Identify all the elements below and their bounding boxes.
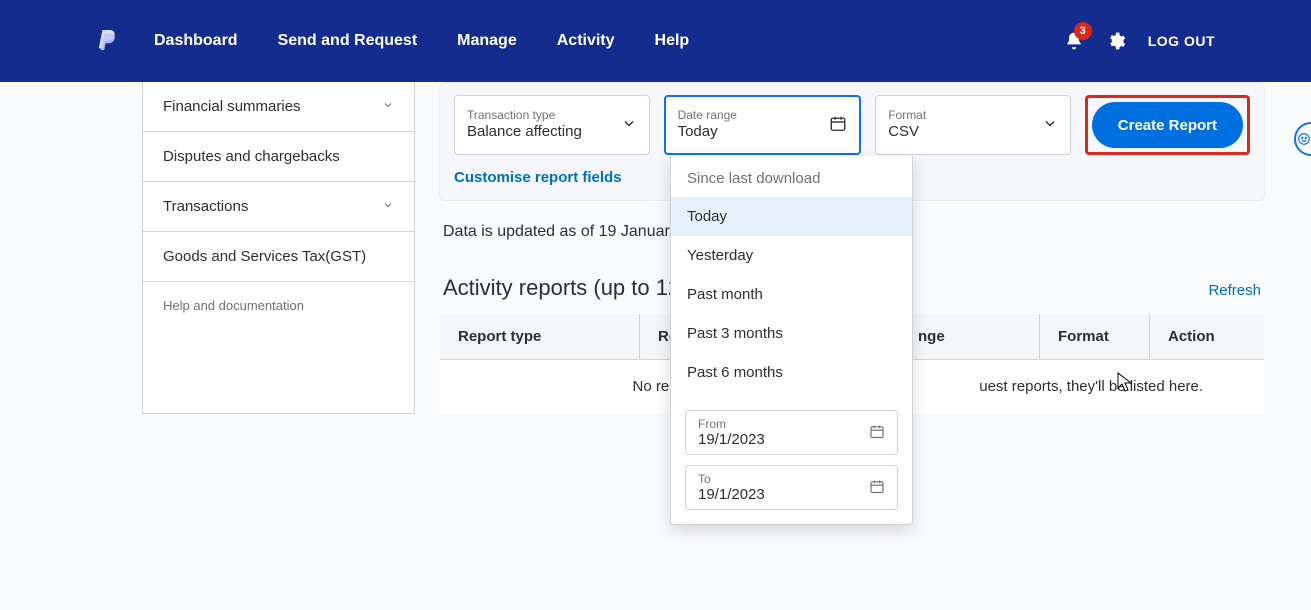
field-label: Format	[888, 108, 1030, 122]
sidebar-disputes[interactable]: Disputes and chargebacks	[143, 132, 414, 182]
col-format: Format	[1040, 314, 1150, 360]
refresh-link[interactable]: Refresh	[1208, 282, 1261, 299]
calendar-icon	[829, 115, 847, 136]
field-label: Transaction type	[467, 108, 609, 122]
dd-past-6-months[interactable]: Past 6 months	[671, 353, 912, 392]
create-report-button[interactable]: Create Report	[1092, 102, 1243, 148]
content-wrap: Financial summaries Disputes and chargeb…	[0, 82, 1311, 414]
paypal-logo-icon[interactable]	[96, 28, 118, 54]
field-label: Date range	[678, 108, 820, 122]
sidebar-item-label: Transactions	[163, 198, 248, 215]
notifications-button[interactable]: 3	[1064, 30, 1084, 52]
chevron-down-icon	[1042, 116, 1058, 135]
sidebar: Financial summaries Disputes and chargeb…	[142, 82, 415, 414]
nav-links: Dashboard Send and Request Manage Activi…	[154, 32, 689, 50]
notif-badge: 3	[1074, 22, 1092, 40]
sidebar-help-docs[interactable]: Help and documentation	[143, 282, 414, 329]
transaction-type-select[interactable]: Transaction type Balance affecting	[454, 95, 650, 155]
sidebar-gst[interactable]: Goods and Services Tax(GST)	[143, 232, 414, 282]
field-value: Balance affecting	[467, 122, 609, 142]
from-date-input[interactable]: From 19/1/2023	[685, 410, 898, 455]
from-label: From	[698, 417, 857, 431]
sidebar-transactions[interactable]: Transactions	[143, 182, 414, 232]
nav-right: 3 LOG OUT	[1064, 30, 1215, 52]
nav-manage[interactable]: Manage	[457, 32, 517, 50]
chevron-down-icon	[382, 98, 394, 115]
to-date-input[interactable]: To 19/1/2023	[685, 465, 898, 510]
nav-left: Dashboard Send and Request Manage Activi…	[96, 28, 689, 54]
empty-right: uest reports, they'll be listed here.	[979, 378, 1203, 395]
date-range-dropdown: Since last download Today Yesterday Past…	[670, 156, 913, 525]
sidebar-item-label: Financial summaries	[163, 98, 301, 115]
filter-row: Transaction type Balance affecting Date …	[454, 95, 1250, 155]
field-value: Today	[678, 122, 820, 142]
dd-today[interactable]: Today	[671, 197, 912, 236]
top-nav: Dashboard Send and Request Manage Activi…	[0, 0, 1311, 82]
calendar-icon	[869, 478, 885, 497]
nav-send-request[interactable]: Send and Request	[278, 32, 418, 50]
sidebar-item-label: Help and documentation	[163, 298, 304, 313]
nav-activity[interactable]: Activity	[557, 32, 615, 50]
calendar-icon	[869, 423, 885, 442]
sidebar-item-label: Disputes and chargebacks	[163, 148, 340, 165]
logout-button[interactable]: LOG OUT	[1148, 33, 1215, 49]
from-value: 19/1/2023	[698, 431, 857, 448]
to-label: To	[698, 472, 857, 486]
field-value: CSV	[888, 122, 1030, 142]
nav-dashboard[interactable]: Dashboard	[154, 32, 238, 50]
settings-button[interactable]	[1106, 31, 1126, 51]
dd-past-3-months[interactable]: Past 3 months	[671, 314, 912, 353]
sidebar-item-label: Goods and Services Tax(GST)	[163, 248, 366, 265]
dd-yesterday[interactable]: Yesterday	[671, 236, 912, 275]
create-report-highlight: Create Report	[1085, 95, 1250, 155]
sidebar-financial-summaries[interactable]: Financial summaries	[143, 82, 414, 132]
format-select[interactable]: Format CSV	[875, 95, 1071, 155]
chevron-down-icon	[382, 198, 394, 215]
dd-past-month[interactable]: Past month	[671, 275, 912, 314]
nav-help[interactable]: Help	[655, 32, 690, 50]
chevron-down-icon	[621, 116, 637, 135]
dropdown-header: Since last download	[671, 156, 912, 197]
activity-reports-title: Activity reports (up to 12	[443, 275, 680, 301]
col-action: Action	[1150, 314, 1265, 360]
col-report-type: Report type	[440, 314, 640, 360]
date-range-select[interactable]: Date range Today	[664, 95, 862, 155]
col-range: nge	[900, 314, 1040, 360]
to-value: 19/1/2023	[698, 486, 857, 503]
